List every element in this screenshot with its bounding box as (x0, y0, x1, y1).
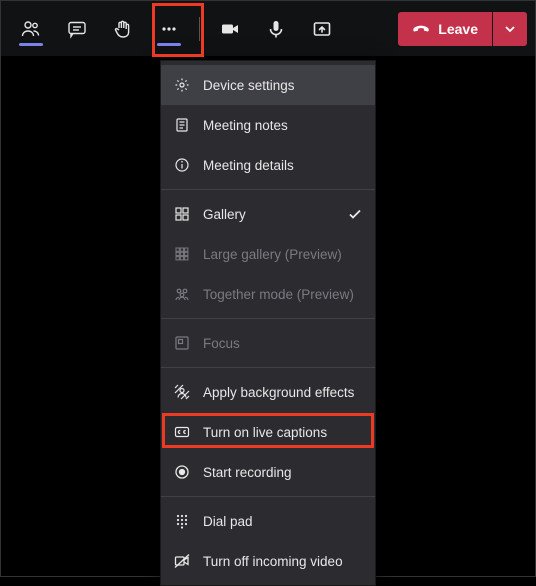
menu-separator (161, 318, 375, 319)
menu-label: Turn on live captions (203, 425, 327, 440)
cc-icon (173, 423, 191, 441)
camera-button[interactable] (208, 7, 252, 51)
hangup-icon (412, 20, 430, 38)
microphone-button[interactable] (254, 7, 298, 51)
raise-hand-button[interactable] (101, 7, 145, 51)
share-screen-button[interactable] (300, 7, 344, 51)
chat-button[interactable] (55, 7, 99, 51)
more-actions-menu: Device settings Meeting notes Meeting de… (160, 60, 376, 586)
menu-label: Focus (203, 336, 240, 351)
menu-label: Together mode (Preview) (203, 287, 354, 302)
menu-label: Turn off incoming video (203, 554, 343, 569)
menu-meeting-notes[interactable]: Meeting notes (161, 105, 375, 145)
menu-label: Start recording (203, 465, 292, 480)
video-off-icon (173, 552, 191, 570)
menu-separator (161, 496, 375, 497)
leave-label: Leave (438, 21, 478, 37)
check-icon (347, 206, 363, 222)
menu-apply-background[interactable]: Apply background effects (161, 372, 375, 412)
leave-button[interactable]: Leave (398, 12, 492, 46)
menu-focus: Focus (161, 323, 375, 363)
background-effects-icon (173, 383, 191, 401)
menu-label: Large gallery (Preview) (203, 247, 342, 262)
large-gallery-icon (173, 245, 191, 263)
menu-live-captions[interactable]: Turn on live captions (161, 412, 375, 452)
leave-options-button[interactable] (493, 12, 527, 46)
chevron-down-icon (504, 23, 516, 35)
notes-icon (173, 116, 191, 134)
focus-icon (173, 334, 191, 352)
leave-control: Leave (398, 12, 527, 46)
menu-together-mode: Together mode (Preview) (161, 274, 375, 314)
together-icon (173, 285, 191, 303)
menu-label: Apply background effects (203, 385, 354, 400)
toolbar-divider (199, 17, 200, 41)
menu-separator (161, 367, 375, 368)
menu-dial-pad[interactable]: Dial pad (161, 501, 375, 541)
gallery-icon (173, 205, 191, 223)
gear-icon (173, 76, 191, 94)
meeting-toolbar: Leave (1, 1, 535, 57)
menu-gallery[interactable]: Gallery (161, 194, 375, 234)
participants-button[interactable] (9, 7, 53, 51)
menu-device-settings[interactable]: Device settings (161, 65, 375, 105)
record-icon (173, 463, 191, 481)
dialpad-icon (173, 512, 191, 530)
info-icon (173, 156, 191, 174)
menu-label: Meeting notes (203, 118, 288, 133)
menu-label: Gallery (203, 207, 246, 222)
menu-label: Dial pad (203, 514, 253, 529)
menu-label: Meeting details (203, 158, 294, 173)
menu-start-recording[interactable]: Start recording (161, 452, 375, 492)
menu-label: Device settings (203, 78, 295, 93)
menu-meeting-details[interactable]: Meeting details (161, 145, 375, 185)
menu-large-gallery: Large gallery (Preview) (161, 234, 375, 274)
menu-turn-off-incoming-video[interactable]: Turn off incoming video (161, 541, 375, 581)
more-actions-button[interactable] (147, 7, 191, 51)
menu-separator (161, 189, 375, 190)
